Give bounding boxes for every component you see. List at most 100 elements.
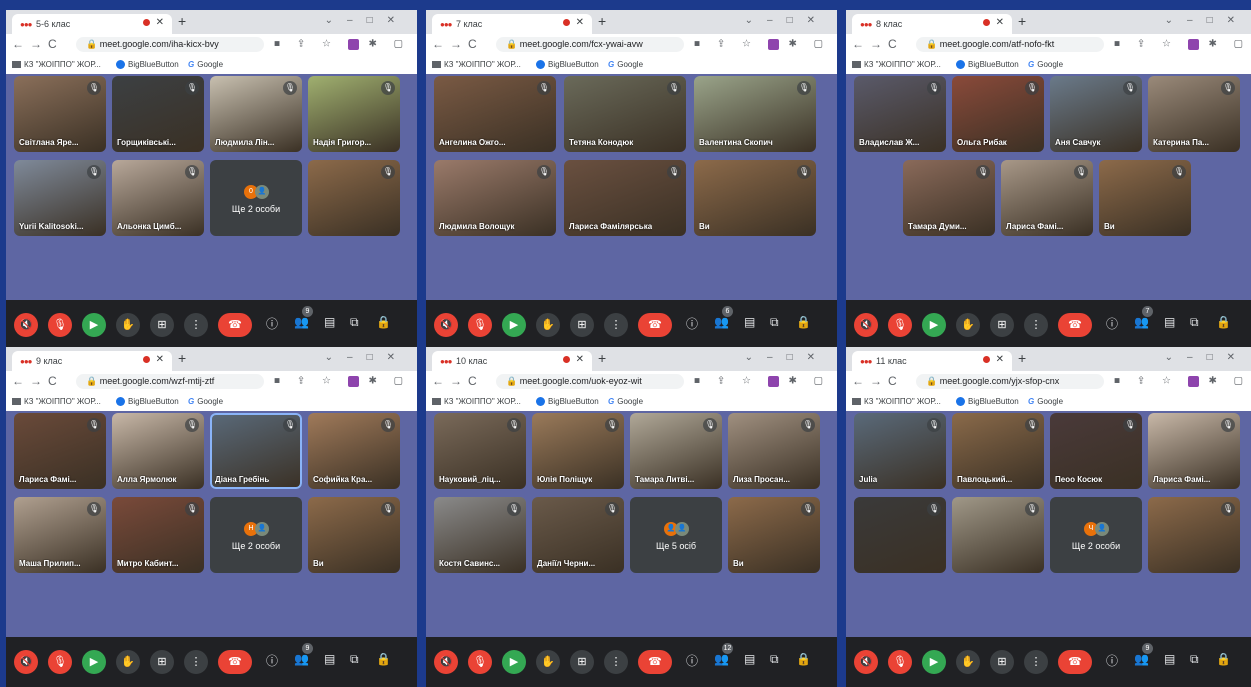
present-button[interactable]: ⊞ (990, 313, 1014, 337)
camera-button[interactable]: ▶ (922, 313, 946, 337)
more-participants-tile[interactable]: Н 👤 Ще 2 особи (210, 497, 302, 573)
camera-button[interactable]: ▶ (922, 650, 946, 674)
participant-tile[interactable]: 🎙 Маша Прилип... (14, 497, 106, 573)
bookmark-folder[interactable]: КЗ "ЖОІППО" ЖОР... (12, 397, 101, 406)
more-options-button[interactable]: ⋮ (1024, 650, 1048, 674)
new-tab-icon[interactable]: + (598, 350, 606, 366)
participant-tile[interactable]: 🎙 Ви (308, 497, 400, 573)
bookmark-google[interactable]: G Google (188, 60, 223, 69)
chat-icon[interactable]: ▤ (324, 652, 335, 666)
camera-button[interactable]: ▶ (82, 313, 106, 337)
nav-buttons[interactable]: ←→C (12, 374, 63, 388)
lock-icon[interactable]: 🔒 (1216, 652, 1231, 666)
mic-off-button[interactable]: 🎙 (888, 313, 912, 337)
new-tab-icon[interactable]: + (178, 13, 186, 29)
new-tab-icon[interactable]: + (178, 350, 186, 366)
extensions-bar[interactable]: ■ ⇪ ☆ ✱ ▢ ⋮ (274, 38, 417, 50)
participant-tile[interactable]: 🎙 Науковий_ліц... (434, 413, 526, 489)
leave-call-button[interactable]: ☎ (638, 650, 672, 674)
speaker-off-button[interactable]: 🔇 (14, 650, 38, 674)
leave-call-button[interactable]: ☎ (1058, 650, 1092, 674)
participant-tile[interactable]: 🎙 Пеоо Косюк (1050, 413, 1142, 489)
camera-button[interactable]: ▶ (502, 313, 526, 337)
browser-tab[interactable]: ●●● 5-6 клас ✕ (12, 14, 172, 34)
window-controls[interactable]: ⌄–□✕ (745, 352, 829, 363)
bookmark-folder[interactable]: КЗ "ЖОІППО" ЖОР... (852, 60, 941, 69)
bookmark-bbb[interactable]: BigBlueButton (536, 397, 599, 407)
more-options-button[interactable]: ⋮ (604, 313, 628, 337)
chat-icon[interactable]: ▤ (744, 315, 755, 329)
chat-icon[interactable]: ▤ (744, 652, 755, 666)
participant-tile[interactable]: 🎙 Людмила Лін... (210, 76, 302, 152)
participant-tile[interactable]: 🎙 Ви (694, 160, 816, 236)
present-button[interactable]: ⊞ (570, 650, 594, 674)
mic-off-button[interactable]: 🎙 (888, 650, 912, 674)
close-tab-icon[interactable]: ✕ (156, 17, 164, 28)
speaker-off-button[interactable]: 🔇 (434, 650, 458, 674)
url-field[interactable]: 🔒 meet.google.com/yjx-sfop-cnx (916, 374, 1104, 389)
mic-off-button[interactable]: 🎙 (48, 313, 72, 337)
participant-tile[interactable]: 🎙 (308, 160, 400, 236)
close-tab-icon[interactable]: ✕ (156, 354, 164, 365)
participant-tile[interactable]: 🎙 Людмила Волощук (434, 160, 556, 236)
people-icon[interactable]: 👥 (1134, 315, 1149, 329)
close-tab-icon[interactable]: ✕ (576, 354, 584, 365)
extensions-bar[interactable]: ■ ⇪ ☆ ✱ ▢ ⋮ (1114, 375, 1251, 387)
nav-buttons[interactable]: ←→C (12, 37, 63, 51)
mic-off-button[interactable]: 🎙 (468, 650, 492, 674)
activities-icon[interactable]: ⧉ (770, 315, 779, 330)
participant-tile[interactable]: 🎙 Лариса Фамілярська (564, 160, 686, 236)
activities-icon[interactable]: ⧉ (350, 315, 359, 330)
people-icon[interactable]: 👥 (714, 652, 729, 666)
url-field[interactable]: 🔒 meet.google.com/atf-nofo-fkt (916, 37, 1104, 52)
participant-tile[interactable]: 🎙 Ви (728, 497, 820, 573)
leave-call-button[interactable]: ☎ (218, 313, 252, 337)
close-tab-icon[interactable]: ✕ (996, 17, 1004, 28)
camera-button[interactable]: ▶ (502, 650, 526, 674)
participant-tile[interactable]: 🎙 Владислав Ж... (854, 76, 946, 152)
close-tab-icon[interactable]: ✕ (576, 17, 584, 28)
window-controls[interactable]: ⌄–□✕ (325, 15, 409, 26)
window-controls[interactable]: ⌄–□✕ (1165, 352, 1249, 363)
participant-tile[interactable]: 🎙 Світлана Яре... (14, 76, 106, 152)
extensions-bar[interactable]: ■ ⇪ ☆ ✱ ▢ ⋮ (1114, 38, 1251, 50)
present-button[interactable]: ⊞ (570, 313, 594, 337)
present-button[interactable]: ⊞ (150, 313, 174, 337)
participant-tile[interactable]: 🎙 Алла Ярмолюк (112, 413, 204, 489)
raise-hand-button[interactable]: ✋ (956, 313, 980, 337)
info-icon[interactable]: ⓘ (1106, 652, 1118, 669)
participant-tile[interactable]: 🎙 Julia (854, 413, 946, 489)
browser-tab[interactable]: ●●● 9 клас ✕ (12, 351, 172, 371)
more-participants-tile[interactable]: 👤 👤 Ще 5 осіб (630, 497, 722, 573)
raise-hand-button[interactable]: ✋ (956, 650, 980, 674)
lock-icon[interactable]: 🔒 (376, 315, 391, 329)
window-controls[interactable]: ⌄–□✕ (1165, 15, 1249, 26)
more-options-button[interactable]: ⋮ (184, 650, 208, 674)
bookmark-bbb[interactable]: BigBlueButton (116, 60, 179, 70)
url-field[interactable]: 🔒 meet.google.com/fcx-ywai-avw (496, 37, 684, 52)
participant-tile[interactable]: 🎙 Ольга Рибак (952, 76, 1044, 152)
people-icon[interactable]: 👥 (294, 652, 309, 666)
mic-off-button[interactable]: 🎙 (48, 650, 72, 674)
participant-tile[interactable]: 🎙 Юлія Поліщук (532, 413, 624, 489)
leave-call-button[interactable]: ☎ (1058, 313, 1092, 337)
new-tab-icon[interactable]: + (1018, 13, 1026, 29)
participant-tile[interactable]: 🎙 Павлоцький... (952, 413, 1044, 489)
bookmark-google[interactable]: G Google (1028, 60, 1063, 69)
bookmark-folder[interactable]: КЗ "ЖОІППО" ЖОР... (852, 397, 941, 406)
bookmark-google[interactable]: G Google (188, 397, 223, 406)
participant-tile[interactable]: 🎙 (1148, 497, 1240, 573)
camera-button[interactable]: ▶ (82, 650, 106, 674)
present-button[interactable]: ⊞ (150, 650, 174, 674)
close-tab-icon[interactable]: ✕ (996, 354, 1004, 365)
nav-buttons[interactable]: ←→C (852, 37, 903, 51)
bookmark-bbb[interactable]: BigBlueButton (116, 397, 179, 407)
lock-icon[interactable]: 🔒 (1216, 315, 1231, 329)
participant-tile[interactable]: 🎙 Ангелина Ожго... (434, 76, 556, 152)
participant-tile[interactable]: 🎙 Даніїл Черни... (532, 497, 624, 573)
participant-tile[interactable]: 🎙 Тетяна Конодюк (564, 76, 686, 152)
participant-tile[interactable]: 🎙 Митро Кабинт... (112, 497, 204, 573)
browser-tab[interactable]: ●●● 7 клас ✕ (432, 14, 592, 34)
participant-tile[interactable]: 🎙 Горщиківські... (112, 76, 204, 152)
participant-tile[interactable]: 🎙 Аня Савчук (1050, 76, 1142, 152)
